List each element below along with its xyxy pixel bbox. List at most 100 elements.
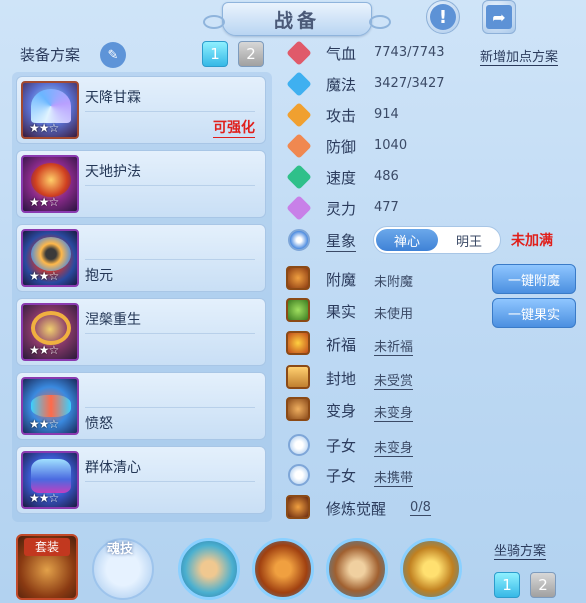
transform-icon — [286, 397, 312, 423]
equipment-name: 抱元 — [85, 268, 113, 284]
skill-slot-2[interactable] — [252, 538, 314, 600]
armor-icon: ★★☆ — [21, 155, 79, 213]
star-compass-icon — [286, 227, 312, 253]
divider — [85, 481, 255, 482]
star-rating: ★★☆ — [29, 121, 59, 135]
extra-row-child-pet: 子女 未携带 — [286, 462, 576, 488]
extra-value[interactable]: 未变身 — [374, 437, 414, 457]
stat-row-speed: 速度 486 — [286, 164, 576, 190]
extra-name: 子女 — [326, 437, 357, 455]
stat-name: 防御 — [326, 138, 357, 156]
extra-value[interactable]: 未受赏 — [374, 370, 414, 390]
fruit-icon — [286, 298, 312, 324]
necklace-icon: ★★☆ — [21, 303, 79, 361]
star-rating: ★★☆ — [29, 417, 59, 431]
equipment-name: 天降甘霖 — [85, 90, 141, 106]
shield-icon — [286, 133, 312, 159]
extra-value[interactable]: 未携带 — [374, 467, 414, 487]
stat-name: 攻击 — [326, 107, 357, 125]
belt-icon: ★★☆ — [21, 377, 79, 435]
equipment-name: 天地护法 — [85, 164, 141, 180]
stat-value: 486 — [374, 169, 399, 184]
stat-row-hp: 气血 7743/7743 — [286, 40, 576, 66]
share-button[interactable]: ➦ — [482, 0, 516, 34]
equipment-card-1[interactable]: ★★☆ 天降甘霖 可强化 — [16, 76, 266, 144]
enchant-icon — [286, 266, 312, 292]
pencil-icon: ✎ — [107, 47, 119, 63]
stat-value: 477 — [374, 200, 399, 215]
divider — [85, 333, 255, 334]
skill-slot-3[interactable] — [326, 538, 388, 600]
equipment-card-4[interactable]: ★★☆ 涅槃重生 — [16, 298, 266, 366]
amulet-icon: ★★☆ — [21, 229, 79, 287]
star-image-label[interactable]: 星象 — [326, 230, 357, 252]
one-click-fruit-button[interactable]: 一键果实 — [492, 298, 576, 328]
equipment-name: 愤怒 — [85, 416, 113, 432]
mount-plan-link[interactable]: 坐骑方案 — [494, 540, 547, 560]
star-rating: ★★☆ — [29, 343, 59, 357]
stat-name: 灵力 — [326, 200, 357, 218]
extra-name: 祈福 — [326, 336, 357, 354]
speed-icon — [286, 164, 312, 190]
stat-name: 气血 — [326, 45, 357, 63]
star-image-status: 未加满 — [511, 233, 553, 249]
stat-row-attack: 攻击 914 — [286, 102, 576, 128]
mana-icon — [286, 71, 312, 97]
skill-slot-1[interactable] — [178, 538, 240, 600]
soul-skill-label: 魂技 — [106, 542, 133, 557]
stat-name: 魔法 — [326, 76, 357, 94]
mount-plan-2-button[interactable]: 2 — [530, 572, 556, 598]
extra-name: 附魔 — [326, 271, 357, 289]
stat-value: 1040 — [374, 138, 408, 153]
extra-name: 封地 — [326, 370, 357, 388]
toggle-option-chanxin[interactable]: 禅心 — [376, 229, 438, 251]
extra-name: 子女 — [326, 467, 357, 485]
extra-value[interactable]: 未变身 — [374, 402, 414, 422]
suit-label: 套装 — [24, 538, 70, 556]
equipment-name: 涅槃重生 — [85, 312, 141, 328]
sword-icon — [286, 102, 312, 128]
plan-1-button[interactable]: 1 — [202, 41, 228, 67]
extra-value: 未附魔 — [374, 275, 414, 290]
extra-value: 未使用 — [374, 307, 414, 322]
share-icon: ➦ — [486, 5, 512, 29]
stat-row-defense: 防御 1040 — [286, 133, 576, 159]
fief-icon — [286, 365, 312, 391]
divider — [85, 407, 255, 408]
extra-value[interactable]: 未祈福 — [374, 336, 414, 356]
divider — [85, 259, 255, 260]
toggle-option-mingwang[interactable]: 明王 — [440, 229, 498, 251]
skill-slot-4[interactable] — [400, 538, 462, 600]
extra-name: 果实 — [326, 303, 357, 321]
star-rating: ★★☆ — [29, 195, 59, 209]
page-title: 战备 — [273, 9, 320, 32]
extra-name: 修炼觉醒 — [326, 500, 387, 518]
extra-value[interactable]: 0/8 — [410, 500, 431, 516]
extra-name: 变身 — [326, 402, 357, 420]
mount-plan-1-button[interactable]: 1 — [494, 572, 520, 598]
bless-icon — [286, 331, 312, 357]
spirit-icon — [286, 195, 312, 221]
star-image-toggle[interactable]: 禅心 明王 — [373, 226, 501, 254]
equipment-card-5[interactable]: ★★☆ 愤怒 — [16, 372, 266, 440]
equipment-name: 群体清心 — [85, 460, 141, 476]
one-click-enchant-button[interactable]: 一键附魔 — [492, 264, 576, 294]
equipment-plan-label: 装备方案 — [20, 46, 81, 64]
enhance-tag[interactable]: 可强化 — [213, 117, 255, 138]
heart-icon — [286, 40, 312, 66]
stat-value: 914 — [374, 107, 399, 122]
stat-row-mp: 魔法 3427/3427 — [286, 71, 576, 97]
star-rating: ★★☆ — [29, 269, 59, 283]
extra-row-fief: 封地 未受赏 — [286, 365, 576, 391]
edit-plan-button[interactable]: ✎ — [100, 42, 126, 68]
pet-paw-icon — [286, 462, 312, 488]
help-button[interactable]: ! — [426, 0, 460, 34]
plan-2-button[interactable]: 2 — [238, 41, 264, 67]
divider — [85, 111, 255, 112]
equipment-card-3[interactable]: ★★☆ 抱元 — [16, 224, 266, 292]
awaken-icon — [286, 495, 312, 521]
equipment-card-2[interactable]: ★★☆ 天地护法 — [16, 150, 266, 218]
boots-icon: ★★☆ — [21, 451, 79, 509]
extra-row-transform: 变身 未变身 — [286, 397, 576, 423]
equipment-card-6[interactable]: ★★☆ 群体清心 — [16, 446, 266, 514]
